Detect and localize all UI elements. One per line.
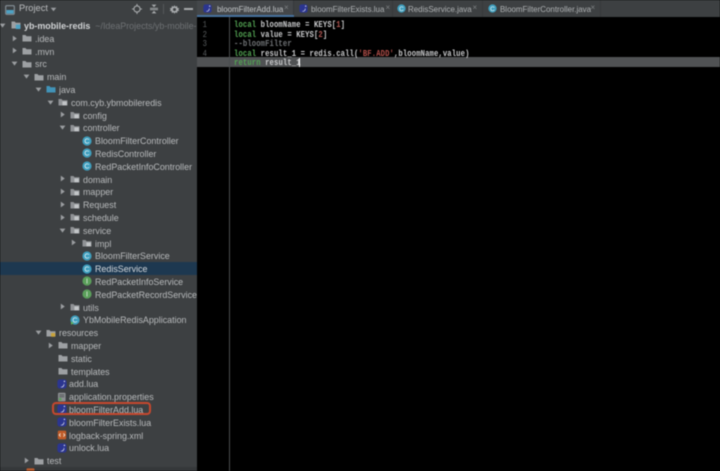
svg-text:C: C [84,251,89,260]
svg-text:C: C [84,264,89,273]
svg-text:C: C [399,5,404,12]
svg-text:C: C [490,5,495,12]
svg-text:C: C [84,136,89,145]
svg-text:I: I [86,279,88,286]
svg-text:C: C [84,149,89,158]
svg-text:I: I [86,292,88,299]
svg-text:C: C [84,162,89,171]
